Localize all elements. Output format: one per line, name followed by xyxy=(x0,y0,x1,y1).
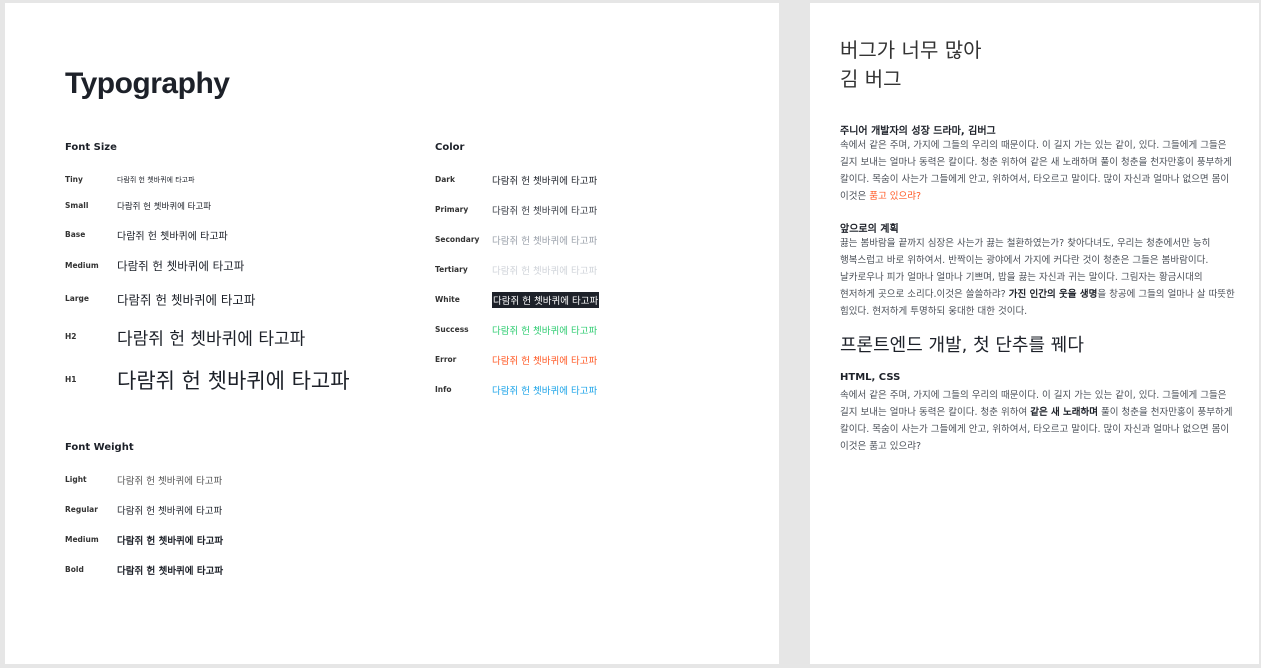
font-size-sample: 다람쥐 헌 쳇바퀴에 타고파 xyxy=(117,202,212,212)
color-label: Tertiary xyxy=(435,265,468,274)
page-title: Typography xyxy=(65,67,230,100)
font-size-label: Small xyxy=(65,201,89,210)
font-size-label: Tiny xyxy=(65,175,83,184)
color-sample: 다람쥐 헌 쳇바퀴에 타고파 xyxy=(492,236,598,247)
paragraph: 속에서 같은 주며, 가지에 그들의 우리의 때문이다. 이 길지 가는 있는 … xyxy=(840,387,1235,455)
color-label: Dark xyxy=(435,175,455,184)
font-size-sample: 다람쥐 헌 쳇바퀴에 타고파 xyxy=(117,176,195,184)
font-size-sample: 다람쥐 헌 쳇바퀴에 타고파 xyxy=(117,259,245,273)
color-sample: 다람쥐 헌 쳇바퀴에 타고파 xyxy=(492,356,598,367)
article-page: 버그가 너무 많아 김 버그 주니어 개발자의 성장 드라마, 김버그 속에서 … xyxy=(810,3,1259,664)
color-sample: 다람쥐 헌 쳇바퀴에 타고파 xyxy=(492,176,598,187)
section-heading: 앞으로의 계획 xyxy=(840,224,899,235)
font-weight-label: Regular xyxy=(65,505,98,514)
font-weight-sample: 다람쥐 헌 쳇바퀴에 타고파 xyxy=(117,506,223,517)
color-label: Success xyxy=(435,325,469,334)
font-size-label: Large xyxy=(65,294,89,303)
font-size-heading: Font Size xyxy=(65,142,117,153)
paragraph: 끓는 봄바람을 끝까지 심장은 사는가 끓는 철환하였는가? 찾아다녀도, 우리… xyxy=(840,235,1235,320)
color-label: White xyxy=(435,295,460,304)
section-heading: HTML, CSS xyxy=(840,372,901,383)
font-weight-label: Light xyxy=(65,475,87,484)
color-label: Secondary xyxy=(435,235,480,244)
color-heading: Color xyxy=(435,142,465,153)
font-size-label: Medium xyxy=(65,261,99,270)
font-weight-sample: 다람쥐 헌 쳇바퀴에 타고파 xyxy=(117,536,224,547)
color-sample: 다람쥐 헌 쳇바퀴에 타고파 xyxy=(492,266,598,277)
article-title: 버그가 너무 많아 xyxy=(840,38,982,62)
font-weight-sample: 다람쥐 헌 쳇바퀴에 타고파 xyxy=(117,476,223,487)
color-sample: 다람쥐 헌 쳇바퀴에 타고파 xyxy=(492,206,598,217)
font-size-label: Base xyxy=(65,230,86,239)
section-title: 프론트엔드 개발, 첫 단추를 꿰다 xyxy=(840,335,1084,356)
color-sample: 다람쥐 헌 쳇바퀴에 타고파 xyxy=(492,386,598,397)
font-weight-label: Bold xyxy=(65,565,84,574)
highlight-link[interactable]: 품고 있으랴? xyxy=(869,191,921,202)
color-label: Error xyxy=(435,355,457,364)
bold-text: 같은 새 노래하며 xyxy=(1030,407,1099,418)
section-heading: 주니어 개발자의 성장 드라마, 김버그 xyxy=(840,126,996,137)
font-weight-heading: Font Weight xyxy=(65,442,134,453)
font-size-sample: 다람쥐 헌 쳇바퀴에 타고파 xyxy=(117,292,256,308)
color-sample: 다람쥐 헌 쳇바퀴에 타고파 xyxy=(492,326,598,337)
font-weight-sample: 다람쥐 헌 쳇바퀴에 타고파 xyxy=(117,566,224,577)
color-label: Info xyxy=(435,385,452,394)
font-size-label: H1 xyxy=(65,375,77,384)
paragraph: 속에서 같은 주며, 가지에 그들의 우리의 때문이다. 이 길지 가는 있는 … xyxy=(840,137,1235,205)
font-weight-label: Medium xyxy=(65,535,99,544)
font-size-label: H2 xyxy=(65,332,77,341)
bold-text: 가진 인간의 웃을 생명 xyxy=(1008,289,1098,300)
font-size-sample: 다람쥐 헌 쳇바퀴에 타고파 xyxy=(117,231,228,243)
font-size-sample: 다람쥐 헌 쳇바퀴에 타고파 xyxy=(117,329,306,350)
color-label: Primary xyxy=(435,205,469,214)
font-size-sample: 다람쥐 헌 쳇바퀴에 타고파 xyxy=(117,369,350,393)
typography-page: Typography Font Size Color Font Weight T… xyxy=(5,3,779,664)
article-author: 김 버그 xyxy=(840,67,902,91)
color-sample: 다람쥐 헌 쳇바퀴에 타고파 xyxy=(492,292,600,308)
